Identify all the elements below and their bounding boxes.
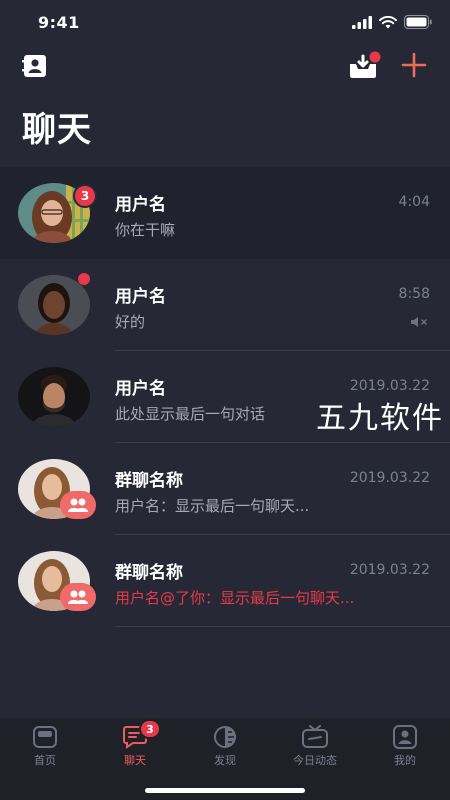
status-bar: 9:41 <box>0 0 450 44</box>
inbox-download-icon[interactable] <box>348 50 382 80</box>
chat-time: 4:04 <box>398 194 430 210</box>
signal-icon <box>352 15 372 29</box>
chat-name: 用户名 <box>115 379 166 399</box>
chat-name: 用户名 <box>115 287 166 307</box>
chat-time: 2019.03.22 <box>349 378 430 394</box>
group-badge <box>60 583 96 611</box>
chat-name: 用户名 <box>115 195 166 215</box>
unread-badge: 3 <box>73 184 97 208</box>
chat-last-message: 此处显示最后一句对话 <box>115 405 266 423</box>
chat-name: 群聊名称 <box>115 563 183 583</box>
status-time: 9:41 <box>38 12 80 32</box>
avatar <box>18 275 90 335</box>
tab-label: 今日动态 <box>293 754 337 767</box>
page-title: 聊天 <box>22 110 92 150</box>
mute-icon <box>411 317 427 327</box>
contacts-book-icon[interactable] <box>22 53 48 79</box>
divider <box>115 626 450 627</box>
tab-label: 首页 <box>34 754 56 767</box>
chat-time: 2019.03.22 <box>349 470 430 486</box>
group-icon <box>68 498 88 512</box>
header-bar <box>0 44 450 90</box>
profile-icon <box>393 725 417 749</box>
group-badge <box>60 491 96 519</box>
chat-item[interactable]: 群聊名称 2019.03.22 用户名@了你：显示最后一句聊天... <box>0 535 450 627</box>
home-icon <box>33 726 57 748</box>
tab-badge: 3 <box>139 719 161 739</box>
chat-name: 群聊名称 <box>115 471 183 491</box>
chat-item[interactable]: 3 用户名 4:04 你在干嘛 <box>0 167 450 259</box>
avatar <box>18 367 90 427</box>
chat-last-message: 好的 <box>115 313 146 331</box>
chat-last-message: 用户名@了你：显示最后一句聊天... <box>115 589 355 607</box>
chat-item[interactable]: 用户名 8:58 好的 <box>0 259 450 351</box>
unread-dot <box>78 273 90 285</box>
tab-label: 聊天 <box>124 754 146 767</box>
discover-icon <box>214 726 236 748</box>
tab-label: 我的 <box>394 754 416 767</box>
status-icons <box>352 15 432 29</box>
tv-icon <box>302 725 328 748</box>
group-icon <box>68 590 88 604</box>
home-indicator <box>145 788 305 793</box>
chat-item[interactable]: 群聊名称 2019.03.22 用户名：显示最后一句聊天... <box>0 443 450 535</box>
wifi-icon <box>379 15 397 28</box>
tab-home[interactable]: 首页 <box>0 718 90 800</box>
tab-label: 发现 <box>214 754 236 767</box>
watermark: 五九软件 <box>316 401 444 436</box>
tab-profile[interactable]: 我的 <box>360 718 450 800</box>
chat-time: 2019.03.22 <box>349 562 430 578</box>
plus-icon[interactable] <box>401 52 427 78</box>
chat-last-message: 用户名：显示最后一句聊天... <box>115 497 310 515</box>
chat-last-message: 你在干嘛 <box>115 221 176 239</box>
battery-icon <box>404 15 432 29</box>
chat-time: 8:58 <box>398 286 430 302</box>
